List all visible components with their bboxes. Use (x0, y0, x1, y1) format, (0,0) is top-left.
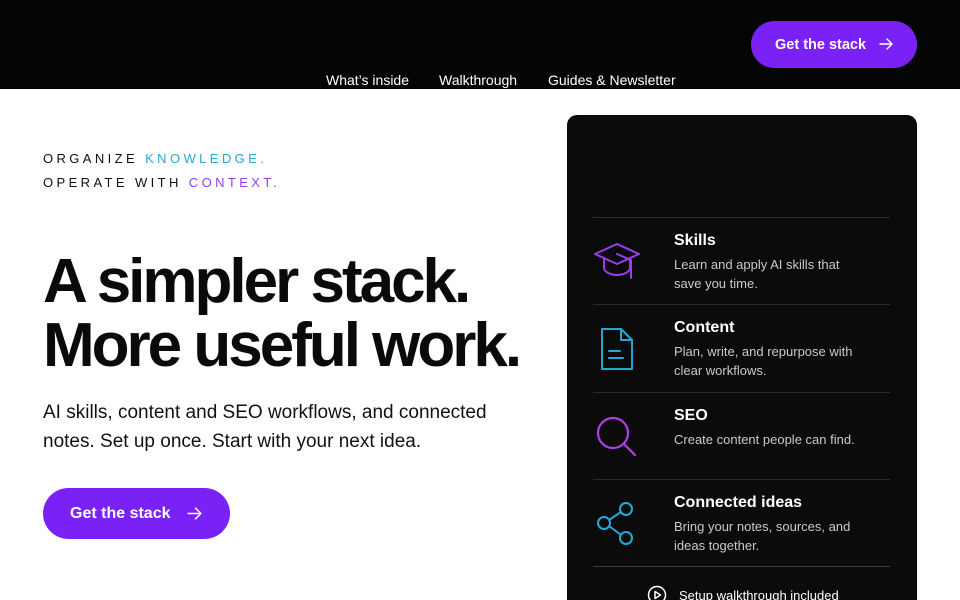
feature-description: Bring your notes, sources, and ideas tog… (674, 519, 851, 553)
feature-title: SEO (674, 407, 708, 424)
eyebrow-line-2: OPERATE WITH CONTEXT. (43, 175, 280, 190)
eyebrow-line-2-prefix: OPERATE WITH (43, 175, 189, 190)
feature-description: Plan, write, and repurpose with clear wo… (674, 344, 853, 378)
feature-card: Skills Learn and apply AI skills that sa… (567, 115, 917, 600)
feature-description: Create content people can find. (674, 432, 855, 447)
share-nodes-icon (597, 502, 633, 545)
feature-title: Skills (674, 232, 716, 249)
nav-link-walkthrough[interactable]: Walkthrough (439, 72, 517, 88)
header-cta-label: Get the stack (775, 36, 867, 53)
feature-title: Connected ideas (674, 494, 803, 511)
hero-subhead: AI skills, content and SEO workflows, an… (43, 402, 487, 452)
card-divider (593, 566, 890, 567)
card-footer: Setup walkthrough included (647, 585, 839, 600)
document-icon (601, 328, 633, 370)
feature-row-connected-ideas: Connected ideas Bring your notes, source… (593, 479, 890, 567)
top-header: What’s inside Walkthrough Guides & Newsl… (0, 0, 960, 89)
nav-link-guides-newsletter[interactable]: Guides & Newsletter (548, 72, 676, 88)
eyebrow-line-2-accent: CONTEXT. (188, 175, 281, 190)
headline-line-2: More useful work. (43, 311, 522, 380)
eyebrow-line-1-prefix: ORGANIZE (43, 151, 146, 166)
feature-row-skills: Skills Learn and apply AI skills that sa… (593, 217, 890, 305)
eyebrow-line-1: ORGANIZE KNOWLEDGE. (43, 151, 267, 166)
arrow-right-icon (879, 38, 893, 50)
hero-cta-label: Get the stack (70, 504, 171, 522)
feature-row-seo: SEO Create content people can find. (593, 392, 890, 480)
nav-link-whats-inside[interactable]: What’s inside (326, 72, 409, 88)
feature-description: Learn and apply AI skills that save you … (674, 257, 840, 291)
headline-line-1: A simpler stack. (43, 247, 471, 316)
graduation-cap-icon (594, 243, 640, 279)
arrow-right-icon (187, 507, 202, 520)
play-circle-icon (647, 585, 667, 600)
hero-headline: A simpler stack. More useful work. (43, 247, 522, 380)
header-get-stack-button[interactable]: Get the stack (751, 21, 917, 68)
card-footer-text: Setup walkthrough included (679, 587, 839, 600)
hero-get-stack-button[interactable]: Get the stack (43, 488, 230, 539)
feature-title: Content (674, 319, 735, 336)
eyebrow-line-1-accent: KNOWLEDGE. (145, 151, 268, 166)
search-icon (596, 416, 637, 457)
feature-row-content: Content Plan, write, and repurpose with … (593, 304, 890, 392)
